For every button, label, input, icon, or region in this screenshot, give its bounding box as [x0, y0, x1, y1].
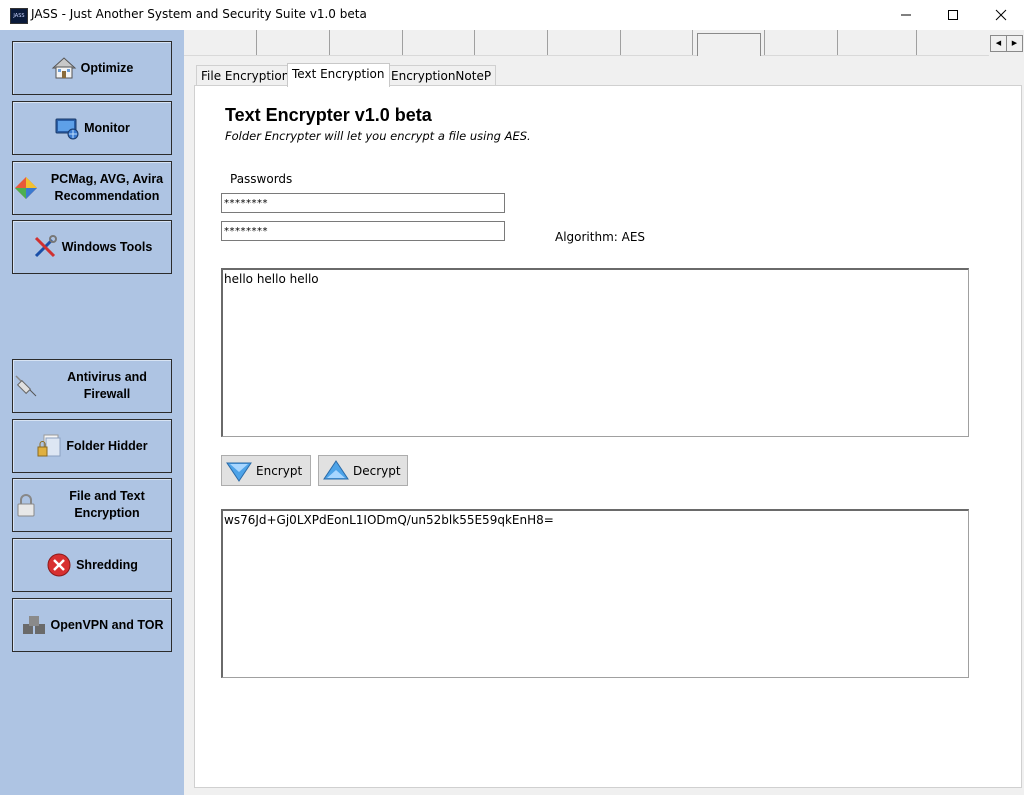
sidebar-item-label: PCMag, AVG, Avira Recommendation: [50, 172, 164, 203]
close-button[interactable]: [978, 0, 1024, 30]
encrypt-label: Encrypt: [256, 463, 303, 478]
sidebar-item-monitor[interactable]: Monitor: [12, 101, 172, 155]
no-entry-icon: [47, 553, 71, 577]
sidebar-item-antivirus[interactable]: Antivirus and Firewall: [12, 359, 172, 413]
sidebar-item-openvpn[interactable]: OpenVPN and TOR: [12, 598, 172, 652]
text-encryption-panel: Text Encrypter v1.0 beta Folder Encrypte…: [194, 85, 1022, 788]
top-tab-selected[interactable]: [697, 33, 761, 56]
arrow-left-icon: ◀: [995, 39, 1002, 47]
top-tab[interactable]: [620, 30, 621, 55]
tab-scroll-left-button[interactable]: ◀: [990, 35, 1007, 52]
maximize-icon: [948, 10, 958, 20]
window-title: JASS - Just Another System and Security …: [31, 7, 367, 21]
sidebar-item-shredding[interactable]: Shredding: [12, 538, 172, 592]
encrypt-button[interactable]: Encrypt: [221, 455, 311, 486]
top-tab[interactable]: [916, 30, 917, 55]
tab-scroll-right-button[interactable]: ▶: [1006, 35, 1023, 52]
main-area: ◀ ▶ File Encryption Text Encryption Encr…: [184, 30, 1024, 795]
tab-text-encryption[interactable]: Text Encryption: [287, 63, 390, 87]
maximize-button[interactable]: [930, 0, 976, 30]
sidebar: Optimize Monitor PCMag, AVG, Avira Recom…: [0, 30, 184, 795]
password-field-2[interactable]: ********: [221, 221, 505, 241]
sidebar-item-label: File and Text Encryption: [69, 489, 145, 520]
top-tab[interactable]: [692, 30, 693, 55]
sidebar-item-label: Optimize: [80, 60, 134, 75]
monitor-icon: [55, 118, 79, 140]
app-icon: JASS: [10, 8, 28, 24]
sidebar-item-label: Antivirus and Firewall: [67, 370, 147, 401]
tools-icon: [34, 235, 57, 258]
tab-encryption-note[interactable]: EncryptionNoteP: [386, 65, 497, 86]
sidebar-item-label: Shredding: [76, 557, 138, 572]
sidebar-item-recommendation[interactable]: PCMag, AVG, Avira Recommendation: [12, 161, 172, 215]
page-subtitle: Folder Encrypter will let you encrypt a …: [225, 129, 531, 143]
top-tab[interactable]: [256, 30, 257, 55]
decrypt-label: Decrypt: [353, 463, 401, 478]
title-bar: JASS JASS - Just Another System and Secu…: [0, 0, 1024, 30]
sidebar-item-optimize[interactable]: Optimize: [12, 41, 172, 95]
sidebar-item-encryption[interactable]: File and Text Encryption: [12, 478, 172, 532]
sidebar-item-windows-tools[interactable]: Windows Tools: [12, 220, 172, 274]
passwords-label: Passwords: [230, 172, 293, 186]
house-icon: [51, 57, 76, 79]
ciphertext-output[interactable]: ws76Jd+Gj0LXPdEonL1IODmQ/un52blk55E59qkE…: [221, 509, 969, 678]
top-tab-strip: [184, 30, 989, 56]
network-icon: [22, 616, 45, 634]
sidebar-item-label: OpenVPN and TOR: [50, 617, 164, 632]
arrow-right-icon: ▶: [1011, 39, 1018, 47]
top-tab[interactable]: [547, 30, 548, 55]
top-tab[interactable]: [764, 30, 765, 55]
top-tab[interactable]: [474, 30, 475, 55]
folder-lock-icon: [37, 434, 61, 457]
down-arrow-icon: [226, 462, 252, 482]
sidebar-item-label: Folder Hidder: [66, 438, 148, 453]
sidebar-item-label: Monitor: [84, 120, 130, 135]
minimize-button[interactable]: [883, 0, 929, 30]
algorithm-label: Algorithm: AES: [555, 230, 646, 244]
sidebar-item-folder-hidder[interactable]: Folder Hidder: [12, 419, 172, 473]
tab-file-encryption[interactable]: File Encryption: [196, 65, 295, 86]
padlock-icon: [17, 494, 35, 517]
diamond-icon: [15, 177, 37, 199]
close-icon: [995, 9, 1007, 21]
minimize-icon: [901, 14, 911, 16]
top-tab[interactable]: [837, 30, 838, 55]
up-arrow-icon: [323, 459, 349, 479]
top-tab[interactable]: [402, 30, 403, 55]
top-tab[interactable]: [329, 30, 330, 55]
sidebar-item-label: Windows Tools: [61, 239, 153, 254]
page-title: Text Encrypter v1.0 beta: [225, 105, 432, 125]
password-field-1[interactable]: ********: [221, 193, 505, 213]
decrypt-button[interactable]: Decrypt: [318, 455, 408, 486]
syringe-icon: [15, 375, 37, 397]
plaintext-input[interactable]: hello hello hello: [221, 268, 969, 437]
